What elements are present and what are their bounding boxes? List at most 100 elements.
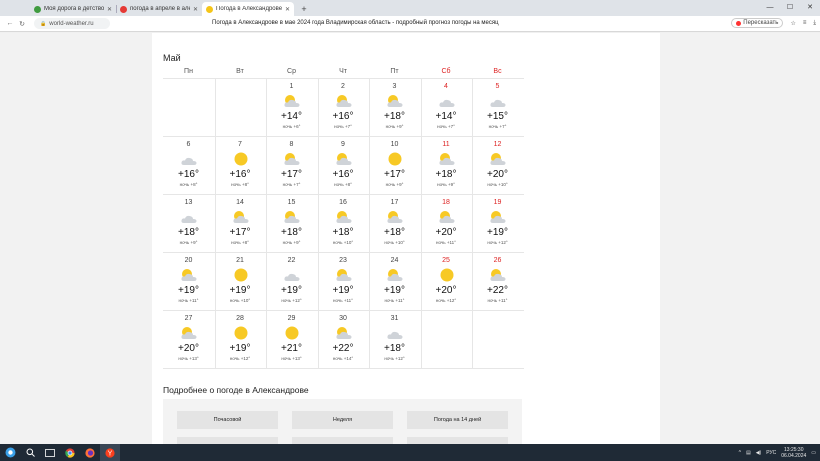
day-cell[interactable]: 31 +18° ночь +12° — [369, 310, 420, 368]
retell-button[interactable]: Пересказать — [731, 18, 784, 28]
day-cell[interactable]: 6 +16° ночь +8° — [163, 136, 214, 194]
firefox-icon[interactable] — [80, 444, 100, 461]
day-cell[interactable]: 23 +19° ночь +11° — [318, 252, 369, 310]
reload-icon[interactable]: ↻ — [16, 20, 28, 28]
browser-tab[interactable]: Погода в Александрове в ✕ — [202, 2, 294, 16]
download-icon[interactable]: ⤓ — [813, 20, 816, 27]
day-cell[interactable]: 11 +18° ночь +9° — [421, 136, 472, 194]
cloudy-icon — [180, 210, 198, 224]
day-cell[interactable]: 20 +19° ночь +11° — [163, 252, 214, 310]
night-temperature: ночь +11° — [333, 298, 353, 303]
day-cell[interactable]: 21 +19° ночь +10° — [215, 252, 266, 310]
day-number: 28 — [236, 315, 244, 322]
more-button-row2-1[interactable] — [177, 437, 278, 444]
day-cell[interactable]: 29 +21° ночь +13° — [266, 310, 317, 368]
clock[interactable]: 13:25:30 06.04.2024 — [781, 447, 806, 459]
minimize-icon[interactable]: — — [760, 0, 780, 16]
14-days-button[interactable]: Погода на 14 дней — [407, 411, 508, 429]
start-icon[interactable] — [0, 444, 20, 461]
day-number: 3 — [392, 83, 397, 90]
day-temperature: +20° — [435, 285, 457, 296]
night-temperature: ночь +8° — [179, 182, 198, 187]
day-cell[interactable]: 1 +14° ночь +6° — [266, 78, 317, 136]
yandex-browser-icon[interactable]: Y — [100, 444, 120, 461]
partly-cloudy-icon — [489, 268, 507, 282]
day-number: 18 — [442, 199, 450, 206]
browser-tab[interactable]: погода в апреле в алекса✕ — [116, 2, 202, 16]
back-icon[interactable]: ← — [4, 20, 16, 27]
day-cell[interactable]: 13 +18° ночь +9° — [163, 194, 214, 252]
day-temperature: +19° — [229, 285, 251, 296]
system-tray: ^ ▤ ◀) РУС 13:25:30 06.04.2024 ▭ — [739, 444, 816, 461]
day-number: 4 — [444, 83, 448, 90]
night-temperature: ночь +13° — [178, 356, 199, 361]
night-temperature: ночь +10° — [487, 182, 508, 187]
day-cell[interactable]: 16 +18° ночь +10° — [318, 194, 369, 252]
day-cell[interactable]: 7 +16° ночь +8° — [215, 136, 266, 194]
day-cell[interactable]: 14 +17° ночь +8° — [215, 194, 266, 252]
day-number: 7 — [238, 141, 242, 148]
day-number: 25 — [442, 257, 450, 264]
more-button-row2-2[interactable] — [292, 437, 393, 444]
day-cell[interactable]: 19 +19° ночь +12° — [472, 194, 523, 252]
day-cell[interactable]: 5 +15° ночь +7° — [472, 78, 523, 136]
night-temperature: ночь +9° — [385, 124, 404, 129]
day-number: 1 — [289, 83, 294, 90]
search-icon[interactable] — [20, 444, 40, 461]
browser-tab[interactable]: Моя дорога в детство - О✕ — [30, 2, 116, 16]
day-cell[interactable]: 24 +19° ночь +11° — [369, 252, 420, 310]
day-cell[interactable]: 8 +17° ночь +7° — [266, 136, 317, 194]
tray-chevron-icon[interactable]: ^ — [739, 450, 741, 456]
chrome-icon[interactable] — [60, 444, 80, 461]
day-cell[interactable]: 22 +19° ночь +12° — [266, 252, 317, 310]
partly-cloudy-icon — [283, 152, 301, 166]
tab-close-icon[interactable]: ✕ — [285, 6, 290, 13]
tab-close-icon[interactable]: ✕ — [193, 6, 198, 13]
partly-cloudy-icon — [438, 152, 456, 166]
day-cell[interactable]: 2 +16° ночь +7° — [318, 78, 369, 136]
bookmark-icon[interactable]: ☆ — [790, 20, 795, 27]
day-number: 12 — [493, 141, 502, 148]
hourly-button[interactable]: Почасовой — [177, 411, 278, 429]
notifications-icon[interactable]: ▭ — [811, 450, 816, 456]
sunny-icon — [438, 268, 456, 282]
network-icon[interactable]: ▤ — [746, 450, 751, 456]
sunny-icon — [283, 326, 301, 340]
day-cell[interactable]: 25 +20° ночь +12° — [421, 252, 472, 310]
menu-icon[interactable]: ≡ — [803, 20, 807, 26]
day-cell[interactable]: 17 +18° ночь +10° — [369, 194, 420, 252]
day-temperature: +17° — [384, 169, 405, 180]
day-cell[interactable]: 15 +18° ночь +9° — [266, 194, 317, 252]
day-temperature: +18° — [384, 227, 405, 238]
day-cell[interactable]: 4 +14° ночь +7° — [421, 78, 472, 136]
day-cell[interactable]: 9 +16° ночь +8° — [318, 136, 369, 194]
partly-cloudy-icon — [335, 326, 353, 340]
task-view-icon[interactable] — [40, 444, 60, 461]
day-cell[interactable]: 28 +19° ночь +12° — [215, 310, 266, 368]
day-cell[interactable]: 26 +22° ночь +11° — [472, 252, 523, 310]
day-number: 27 — [184, 315, 193, 322]
day-cell[interactable]: 12 +20° ночь +10° — [472, 136, 523, 194]
address-bar: ← ↻ 🔒 world-weather.ru Погода в Александ… — [0, 16, 820, 32]
day-cell[interactable]: 18 +20° ночь +11° — [421, 194, 472, 252]
day-cell[interactable]: 27 +20° ночь +13° — [163, 310, 214, 368]
url-field[interactable]: 🔒 world-weather.ru — [34, 18, 110, 29]
partly-cloudy-icon — [386, 268, 404, 282]
day-cell[interactable]: 10 +17° ночь +9° — [369, 136, 420, 194]
week-button[interactable]: Неделя — [292, 411, 393, 429]
night-temperature: ночь +12° — [487, 240, 508, 245]
more-button-row2-3[interactable] — [407, 437, 508, 444]
volume-icon[interactable]: ◀) — [756, 450, 762, 456]
language-indicator[interactable]: РУС — [766, 450, 776, 456]
day-temperature: +21° — [281, 343, 302, 354]
cloudy-icon — [180, 152, 198, 166]
tab-close-icon[interactable]: ✕ — [107, 6, 112, 13]
lock-icon: 🔒 — [40, 20, 47, 27]
tab-favicon-icon — [120, 5, 127, 13]
maximize-icon[interactable]: ☐ — [780, 0, 800, 16]
day-cell[interactable]: 30 +22° ночь +14° — [318, 310, 369, 368]
close-icon[interactable]: ✕ — [800, 0, 820, 16]
day-cell[interactable]: 3 +18° ночь +9° — [369, 78, 420, 136]
new-tab-button[interactable]: + — [298, 3, 310, 15]
night-temperature: ночь +8° — [334, 182, 352, 187]
